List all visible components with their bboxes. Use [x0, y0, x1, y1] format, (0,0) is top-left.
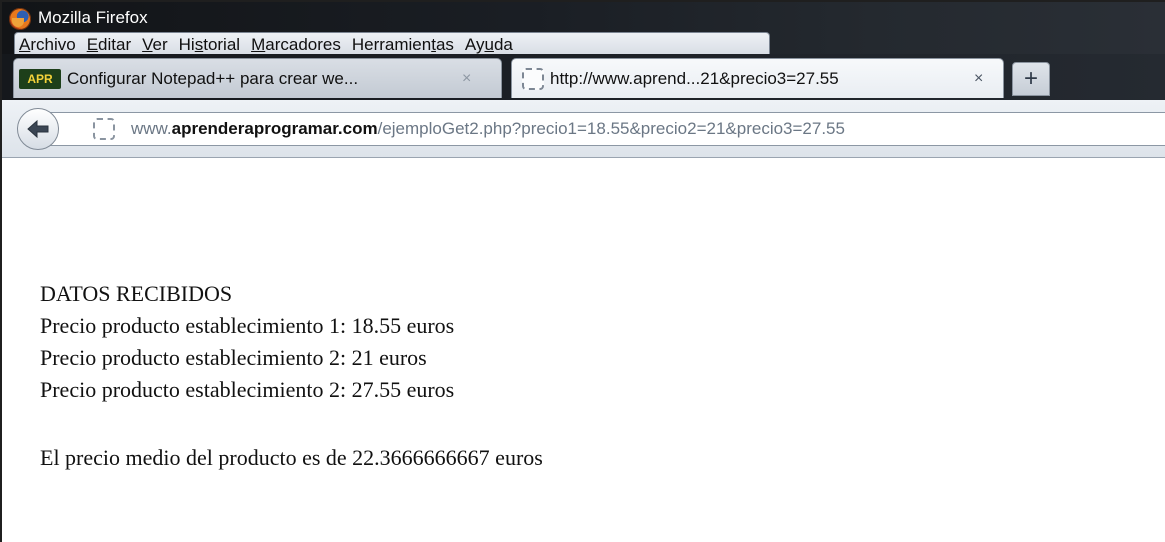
menu-herramientas[interactable]: Herramientas — [352, 34, 454, 56]
tab-title: http://www.aprend...21&precio3=27.55 — [550, 68, 839, 88]
price-line: Precio producto establecimiento 2: 27.55… — [40, 377, 455, 402]
tab-active[interactable]: http://www.aprend...21&precio3=27.55 × — [511, 58, 1004, 98]
app-title: Mozilla Firefox — [38, 8, 148, 27]
tab-notepad[interactable]: APR Configurar Notepad++ para crear we..… — [13, 58, 502, 98]
firefox-logo-icon — [9, 8, 31, 30]
url-bar[interactable]: www.aprenderaprogramar.com/ejemploGet2.p… — [44, 112, 1165, 146]
navigation-bar: www.aprenderaprogramar.com/ejemploGet2.p… — [0, 100, 1165, 158]
back-arrow-icon — [27, 119, 49, 139]
menu-ayuda[interactable]: Ayuda — [465, 34, 513, 56]
close-icon[interactable]: × — [462, 70, 471, 87]
average-price-line: El precio medio del producto es de 22.36… — [40, 445, 543, 470]
price-line: Precio producto establecimiento 2: 21 eu… — [40, 345, 427, 370]
url-text[interactable]: www.aprenderaprogramar.com/ejemploGet2.p… — [131, 119, 845, 139]
page-content: DATOS RECIBIDOS Precio producto establec… — [40, 278, 543, 474]
price-line: Precio producto establecimiento 1: 18.55… — [40, 313, 455, 338]
close-icon[interactable]: × — [974, 70, 983, 87]
new-tab-button[interactable]: + — [1012, 62, 1050, 96]
menu-ver[interactable]: Ver — [142, 34, 168, 56]
menu-marcadores[interactable]: Marcadores — [251, 34, 341, 56]
data-heading: DATOS RECIBIDOS — [40, 281, 233, 306]
menu-editar[interactable]: Editar — [87, 34, 131, 56]
tab-title: Configurar Notepad++ para crear we... — [67, 68, 359, 88]
back-button[interactable] — [17, 108, 59, 150]
blank-page-icon — [522, 67, 544, 90]
site-identity-icon[interactable] — [93, 118, 115, 140]
apr-favicon-icon: APR — [19, 68, 61, 89]
menu-historial[interactable]: Historial — [179, 34, 240, 56]
menu-archivo[interactable]: Archivo — [19, 34, 76, 56]
